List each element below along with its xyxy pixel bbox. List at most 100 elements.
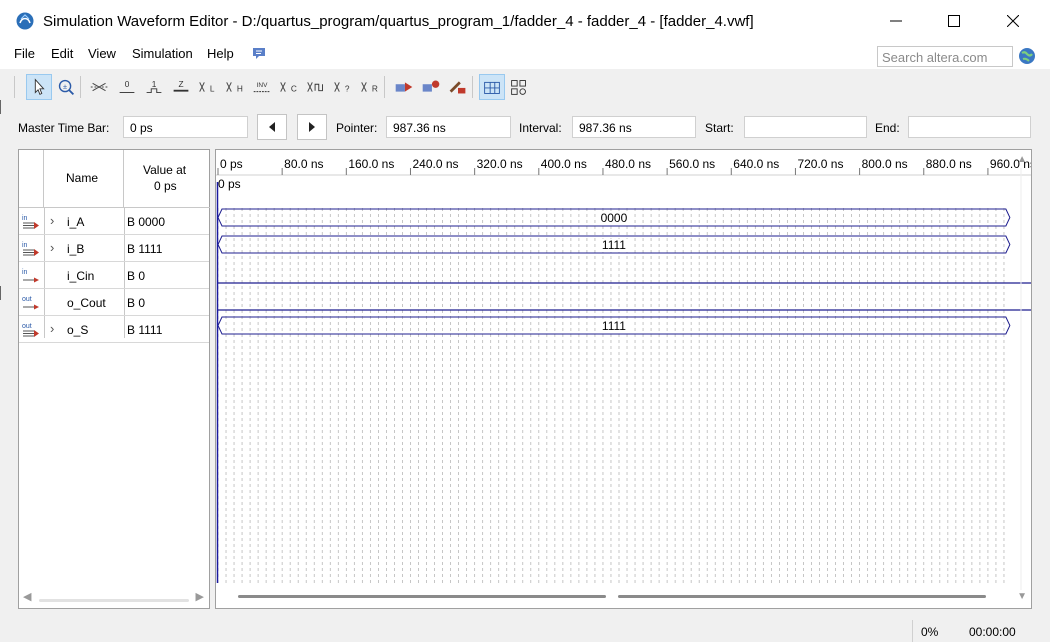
close-button[interactable]	[984, 0, 1042, 42]
icon-column-header	[19, 150, 44, 208]
time-axis-tick-label: 480.0 ns	[604, 157, 651, 171]
invert-icon: INV	[253, 82, 271, 93]
pointer-field: 987.36 ns	[386, 116, 511, 138]
menu-edit[interactable]: Edit	[51, 46, 73, 61]
snap-to-grid-button[interactable]	[479, 74, 505, 100]
feedback-icon[interactable]	[251, 46, 267, 62]
count-value-button[interactable]: C	[276, 74, 302, 100]
snap-to-grid-icon	[484, 81, 500, 94]
signal-row[interactable]: in › i_A B 0000	[19, 208, 209, 235]
horizontal-scrollbar[interactable]	[39, 599, 189, 602]
value-x-button[interactable]: R	[357, 74, 383, 100]
menu-simulation[interactable]: Simulation	[132, 46, 193, 61]
random-values-button[interactable]: ?	[330, 74, 356, 100]
master-time-bar-field[interactable]: 0 ps	[123, 116, 248, 138]
svg-text:C: C	[291, 84, 297, 94]
value-header-line1: Value at	[143, 163, 187, 177]
end-label: End:	[875, 121, 900, 135]
high-impedance-button[interactable]: Z	[168, 74, 194, 100]
signal-out-icon: out	[22, 296, 39, 310]
menu-view[interactable]: View	[88, 46, 116, 61]
horizontal-scroll-thumb	[618, 595, 986, 598]
run-timing-simulation-button[interactable]	[418, 74, 444, 100]
scroll-down-arrow[interactable]: ▼	[1017, 591, 1027, 602]
window-edge-marker	[0, 286, 4, 300]
value-column-header[interactable]: Value at 0 ps	[124, 150, 210, 208]
run-functional-simulation-icon	[395, 82, 413, 92]
time-axis-tick-label: 800.0 ns	[861, 157, 908, 171]
previous-transition-button[interactable]	[257, 114, 287, 140]
forcing-unknown-icon	[90, 82, 108, 92]
search-placeholder: Search altera.com	[882, 50, 988, 65]
signal-value: B 0	[127, 269, 146, 283]
master-time-bar-label: Master Time Bar:	[18, 121, 110, 135]
time-axis-tick-label: 160.0 ns	[348, 157, 395, 171]
forcing-low-button[interactable]: 0	[114, 74, 140, 100]
expand-chevron-icon[interactable]: ›	[50, 213, 54, 228]
scroll-up-arrow[interactable]: ▲	[1017, 154, 1027, 165]
run-functional-simulation-button[interactable]	[391, 74, 417, 100]
waveform-panel[interactable]: 0000 1111 1111 0 ps 80.0 ns 160.0 ns 240.0 ns…	[215, 149, 1032, 609]
interval-label: Interval:	[519, 121, 562, 135]
signal-name: i_A	[67, 215, 85, 229]
scroll-left-arrow[interactable]: ◀	[23, 590, 31, 603]
expand-chevron-icon[interactable]: ›	[50, 240, 54, 255]
signal-name: o_S	[67, 323, 89, 337]
signal-out-bus-icon: out	[22, 323, 39, 337]
signal-row[interactable]: out › o_S B 1111	[19, 316, 209, 343]
forcing-unknown-button[interactable]	[87, 74, 113, 100]
value-x-icon: R	[361, 82, 378, 94]
minimize-icon	[890, 20, 902, 22]
weak-high-icon: H	[226, 82, 243, 94]
svg-text:INV: INV	[257, 82, 268, 89]
waveform-canvas[interactable]: 0000 1111 1111	[216, 150, 1032, 609]
menu-help[interactable]: Help	[207, 46, 234, 61]
selection-pointer-button[interactable]	[26, 74, 52, 100]
svg-text:?: ?	[345, 84, 350, 94]
bus-waveform-value: 0000	[601, 211, 628, 225]
next-transition-button[interactable]	[297, 114, 327, 140]
minimize-button[interactable]	[867, 0, 925, 42]
generate-netlist-button[interactable]	[445, 74, 471, 100]
signal-row[interactable]: out o_Cout B 0	[19, 289, 209, 316]
grid-settings-button[interactable]	[506, 74, 532, 100]
svg-text:R: R	[372, 84, 378, 94]
invert-button[interactable]: INV	[249, 74, 275, 100]
svg-text:L: L	[210, 84, 215, 94]
start-label: Start:	[705, 121, 734, 135]
time-axis-tick-label: 720.0 ns	[797, 157, 844, 171]
maximize-button[interactable]	[925, 0, 983, 42]
expand-chevron-icon[interactable]: ›	[50, 321, 54, 336]
forcing-high-button[interactable]: 1	[141, 74, 167, 100]
signal-value: B 0000	[127, 215, 166, 229]
grid-settings-icon	[511, 80, 526, 95]
signal-value: B 1111	[127, 323, 163, 337]
menu-file[interactable]: File	[14, 46, 35, 61]
time-axis-tick-label: 880.0 ns	[925, 157, 972, 171]
interval-field: 987.36 ns	[572, 116, 696, 138]
selection-pointer-icon	[34, 78, 45, 96]
weak-low-button[interactable]: L	[195, 74, 221, 100]
scroll-right-arrow[interactable]: ▶	[196, 590, 204, 603]
weak-high-button[interactable]: H	[222, 74, 248, 100]
signal-row[interactable]: in › i_B B 1111	[19, 235, 209, 262]
name-column-header[interactable]: Name	[44, 150, 124, 208]
signal-name: i_Cin	[67, 269, 95, 283]
zoom-tool-button[interactable]: ±	[53, 74, 79, 100]
value-header-line2: 0 ps	[154, 179, 177, 193]
pointer-label: Pointer:	[336, 121, 378, 135]
overwrite-clock-button[interactable]	[303, 74, 329, 100]
time-axis-tick-label: 560.0 ns	[669, 157, 716, 171]
time-axis-tick-label: 240.0 ns	[412, 157, 459, 171]
end-field	[908, 116, 1031, 138]
globe-icon[interactable]	[1018, 47, 1036, 65]
status-elapsed-time: 00:00:00	[969, 625, 1016, 639]
arrow-right-icon	[309, 122, 315, 132]
search-input[interactable]: Search altera.com	[877, 46, 1013, 67]
close-icon	[1007, 15, 1019, 27]
forcing-high-icon: 1	[146, 79, 162, 93]
signal-row[interactable]: in i_Cin B 0	[19, 262, 209, 289]
status-divider	[912, 620, 913, 642]
bus-waveform-value: 1111	[602, 319, 626, 333]
bus-waveform-value: 1111	[602, 238, 626, 252]
